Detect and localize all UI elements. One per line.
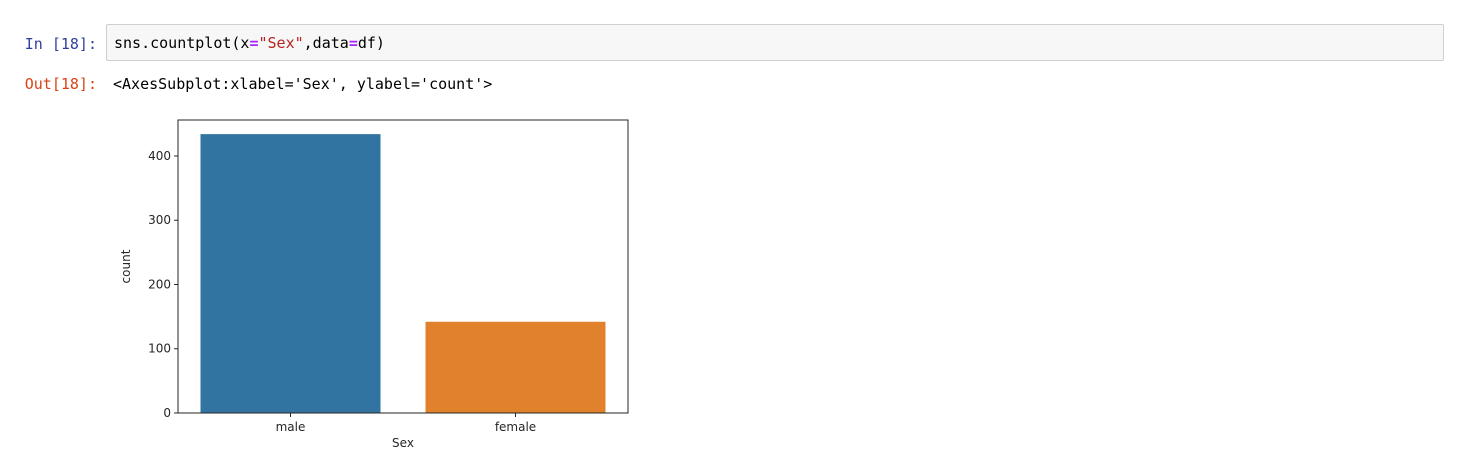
y-tick-label: 300 xyxy=(148,213,171,227)
code-operator: = xyxy=(348,34,358,52)
code-call: sns.countplot(x xyxy=(114,34,250,52)
bar-female xyxy=(425,321,606,413)
x-tick-label: female xyxy=(495,420,536,434)
y-axis-label: count xyxy=(119,249,133,283)
y-tick-label: 200 xyxy=(148,277,171,291)
x-tick-label: male xyxy=(276,420,306,434)
code-argument: ,data xyxy=(303,34,349,52)
y-tick-label: 0 xyxy=(163,406,171,420)
y-tick-label: 100 xyxy=(148,342,171,356)
code-string: "Sex" xyxy=(258,34,304,52)
code-variable: df) xyxy=(357,34,385,52)
bar-male xyxy=(200,134,381,413)
y-tick-label: 400 xyxy=(148,149,171,163)
output-repr: <AxesSubplot:xlabel='Sex', ylabel='count… xyxy=(113,75,493,93)
input-prompt: In [18]: xyxy=(24,35,97,53)
code-input-area[interactable]: sns.countplot(x="Sex",data=df) xyxy=(106,24,1444,61)
code-line: sns.countplot(x="Sex",data=df) xyxy=(114,33,385,53)
output-prompt: Out[18]: xyxy=(24,75,97,93)
code-operator: = xyxy=(249,34,259,52)
countplot-chart: male female 0 100 200 300 400 Sex count xyxy=(119,119,629,450)
x-axis-label: Sex xyxy=(392,436,414,450)
